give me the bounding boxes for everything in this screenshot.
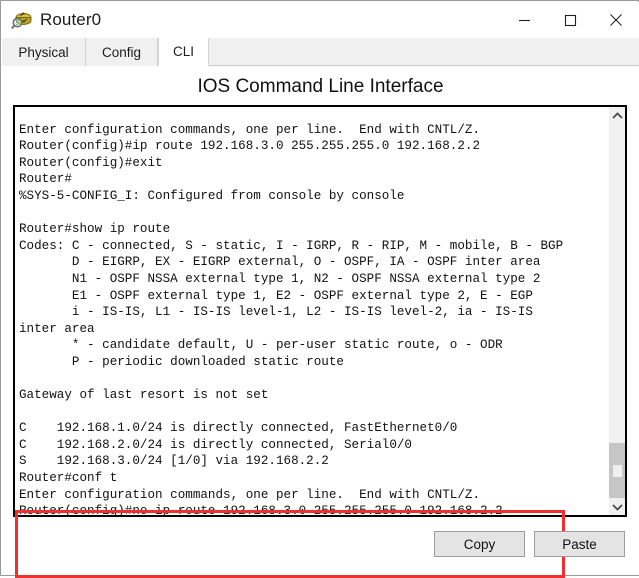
tab-physical-label: Physical [18, 44, 69, 60]
tab-cli[interactable]: CLI [158, 38, 209, 66]
cli-window: S Router0 Physical Config CLI IOS Comman… [0, 0, 639, 578]
tab-config-label: Config [101, 44, 142, 60]
scroll-down-arrow-icon[interactable] [609, 498, 625, 515]
router-device-icon: S [11, 9, 33, 31]
title-bar: S Router0 [2, 2, 639, 38]
paste-button-label: Paste [562, 536, 597, 552]
copy-button[interactable]: Copy [434, 531, 525, 557]
copy-button-label: Copy [463, 536, 496, 552]
panel-heading: IOS Command Line Interface [197, 76, 444, 97]
svg-text:S: S [16, 19, 20, 27]
terminal-output-area[interactable]: Enter configuration commands, one per li… [13, 105, 627, 517]
minimize-button[interactable] [501, 2, 547, 38]
tab-physical[interactable]: Physical [2, 38, 86, 66]
close-button[interactable] [593, 2, 639, 38]
tab-cli-label: CLI [172, 44, 194, 59]
paste-button[interactable]: Paste [534, 531, 625, 557]
terminal-scrollbar[interactable] [608, 107, 625, 515]
tab-config[interactable]: Config [86, 38, 158, 66]
scroll-up-arrow-icon[interactable] [609, 107, 625, 124]
window-title: Router0 [40, 10, 102, 29]
cli-panel: IOS Command Line Interface Enter configu… [2, 66, 639, 578]
scroll-thumb[interactable] [609, 443, 625, 498]
terminal-text[interactable]: Enter configuration commands, one per li… [19, 122, 605, 515]
window-controls [501, 2, 639, 38]
maximize-button[interactable] [547, 2, 593, 38]
scroll-thumb-grip [613, 464, 622, 477]
tab-strip: Physical Config CLI [2, 38, 639, 66]
footer-bar: Copy Paste [2, 521, 639, 575]
